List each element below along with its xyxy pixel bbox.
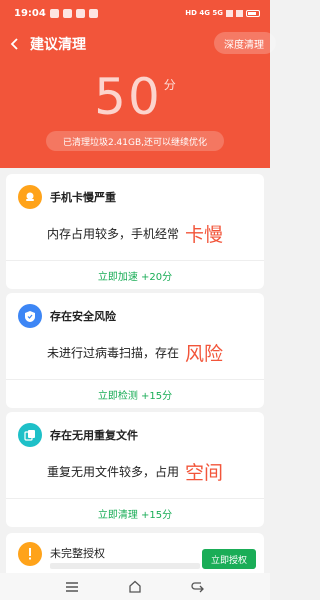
clean-summary: 已清理垃圾2.41GB,还可以继续优化 [46, 131, 224, 151]
alert-icon [18, 542, 42, 566]
card-duplicates: 存在无用重复文件 重复无用文件较多，占用 空间 立即清理 +15分 [6, 412, 264, 527]
system-nav-bar [0, 573, 270, 600]
back-icon [191, 581, 205, 592]
notification-icon [75, 8, 85, 18]
home-icon [129, 580, 141, 593]
score-unit: 分 [163, 78, 176, 92]
page-title: 建议清理 [30, 37, 86, 53]
chevron-left-icon [10, 38, 18, 50]
card-highlight: 卡慢 [185, 224, 224, 246]
clean-button[interactable]: 立即清理 +15分 [6, 499, 264, 527]
card-title: 存在无用重复文件 [50, 429, 138, 442]
title-bar: 建议清理 深度清理 [0, 30, 276, 58]
card-highlight: 风险 [185, 343, 224, 365]
card-authorization: 未完整授权 立即授权 [6, 533, 264, 573]
notification-icon [49, 8, 59, 18]
status-bar: 19:04 HD 4G 5G [0, 0, 270, 26]
card-description [50, 563, 200, 569]
header-banner: 19:04 HD 4G 5G 建议清理 深度清理 50 分 已清理垃圾2.41G… [0, 0, 276, 168]
scan-button[interactable]: 立即检测 +15分 [6, 380, 264, 408]
notification-icon [62, 8, 72, 18]
score-value: 50 [94, 68, 162, 126]
card-description: 重复无用文件较多，占用 [46, 465, 179, 479]
score-display: 50 分 [0, 68, 270, 126]
shield-icon [18, 304, 42, 328]
battery-icon [246, 9, 260, 17]
back-button[interactable] [0, 30, 30, 58]
card-highlight: 空间 [185, 462, 224, 484]
signal-icon [226, 9, 233, 17]
back-nav-button[interactable] [183, 576, 213, 598]
card-description: 内存占用较多，手机经常 [46, 227, 179, 241]
wifi-icon [236, 9, 243, 17]
menu-button[interactable] [57, 576, 87, 598]
deep-clean-button[interactable]: 深度清理 [214, 32, 276, 54]
menu-icon [65, 581, 78, 592]
notification-icon [88, 8, 98, 18]
authorize-button[interactable]: 立即授权 [202, 549, 256, 569]
speed-up-button[interactable]: 立即加速 +20分 [6, 261, 264, 289]
snail-icon [18, 185, 42, 209]
card-title: 手机卡慢严重 [50, 191, 116, 204]
card-description: 未进行过病毒扫描，存在 [46, 346, 179, 360]
signal-indicators: HD 4G 5G [185, 9, 223, 17]
card-title: 未完整授权 [50, 547, 105, 560]
card-lag: 手机卡慢严重 内存占用较多，手机经常 卡慢 立即加速 +20分 [6, 174, 264, 289]
duplicate-files-icon [18, 423, 42, 447]
card-title: 存在安全风险 [50, 310, 116, 323]
home-button[interactable] [120, 576, 150, 598]
card-security: 存在安全风险 未进行过病毒扫描，存在 风险 立即检测 +15分 [6, 293, 264, 408]
status-time: 19:04 [14, 7, 46, 19]
